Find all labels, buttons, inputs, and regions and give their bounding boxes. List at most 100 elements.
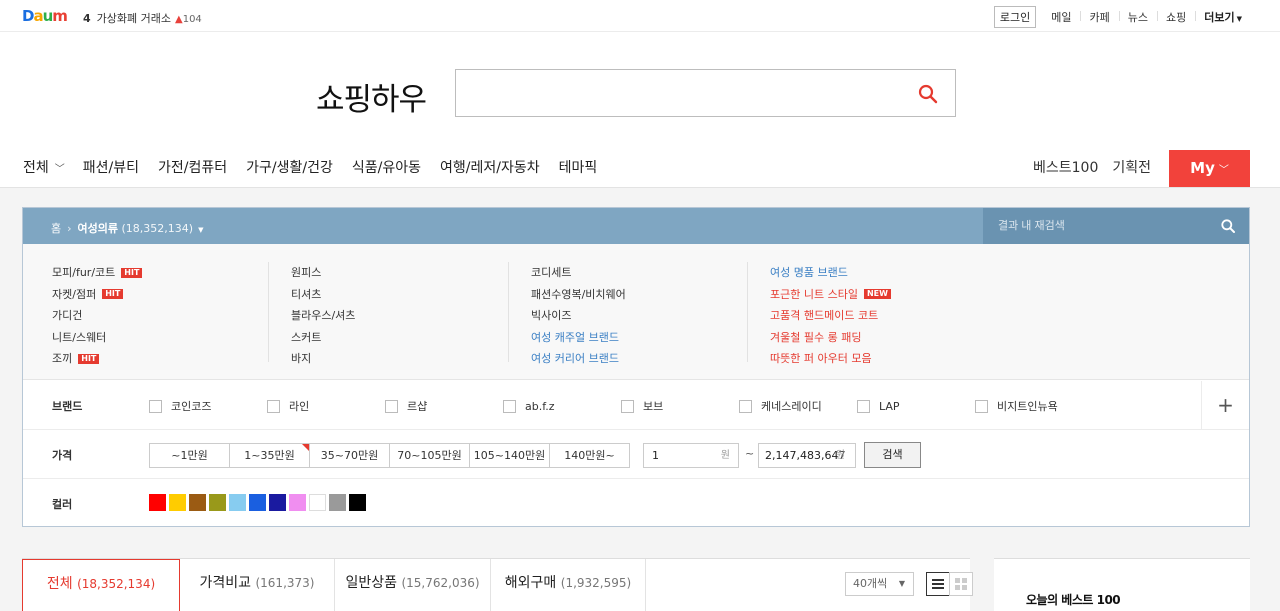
color-swatch[interactable]: [209, 494, 226, 511]
special-link[interactable]: 기획전: [1112, 157, 1151, 177]
subcategory-item[interactable]: 고품격 핸드메이드 코트: [770, 305, 891, 327]
hit-badge: HIT: [102, 289, 124, 300]
subcategory-item[interactable]: 바지: [291, 348, 355, 370]
checkbox-icon: [857, 399, 870, 413]
subcategory-item[interactable]: 여성 커리어 브랜드: [531, 348, 626, 370]
search-icon[interactable]: [1221, 219, 1235, 233]
subcategory-area: 모피/fur/코트 HIT 자켓/점퍼 HIT 가디건 니트/스웨터 조끼 HIT 원…: [23, 244, 1249, 380]
brand-checkbox[interactable]: 케네스레이디: [739, 398, 857, 414]
brand-name: 라인: [289, 400, 310, 413]
brand-checkbox[interactable]: 르샵: [385, 398, 503, 414]
subcategory-item[interactable]: 코디세트: [531, 262, 626, 284]
checkbox-icon: [503, 399, 516, 413]
cafe-link[interactable]: 카페: [1080, 9, 1118, 25]
color-swatch[interactable]: [309, 494, 326, 511]
subcategory-item[interactable]: 니트/스웨터: [52, 327, 142, 349]
color-swatch[interactable]: [249, 494, 266, 511]
grid-icon: [955, 578, 967, 590]
checkbox-icon: [385, 399, 398, 413]
category-living[interactable]: 가구/생활/건강: [246, 157, 333, 177]
color-swatch[interactable]: [169, 494, 186, 511]
price-range-button[interactable]: 70~105만원: [389, 443, 470, 468]
brand-checkbox[interactable]: 코인코즈: [149, 398, 267, 414]
breadcrumb-current[interactable]: 여성의류: [78, 222, 118, 235]
price-range-button[interactable]: 105~140만원: [469, 443, 550, 468]
price-range-button[interactable]: 35~70만원: [309, 443, 390, 468]
subcategory-item[interactable]: 스커트: [291, 327, 355, 349]
color-swatch[interactable]: [229, 494, 246, 511]
search-input[interactable]: [456, 70, 896, 116]
subcategory-item[interactable]: 겨울철 필수 롱 패딩: [770, 327, 891, 349]
subcategory-item[interactable]: 블라우스/셔츠: [291, 305, 355, 327]
brand-checkbox[interactable]: 보브: [621, 398, 739, 414]
breadcrumb: 홈 › 여성의류 (18,352,134) ▼: [51, 220, 203, 236]
subcategory-item[interactable]: 패션수영복/비치웨어: [531, 284, 626, 306]
color-swatch[interactable]: [269, 494, 286, 511]
subcategory-column-1: 모피/fur/코트 HIT 자켓/점퍼 HIT 가디건 니트/스웨터 조끼 HIT: [52, 262, 143, 370]
caret-down-icon[interactable]: ▼: [198, 226, 203, 234]
tab-overseas[interactable]: 해외구매 (1,932,595): [490, 559, 646, 611]
daum-logo[interactable]: Daum: [22, 7, 68, 25]
price-search-button[interactable]: 검색: [864, 442, 921, 468]
min-price-field[interactable]: 1원: [643, 443, 739, 468]
my-button[interactable]: My ﹀: [1169, 150, 1250, 187]
shopping-link[interactable]: 쇼핑: [1156, 9, 1195, 25]
brand-checkbox[interactable]: ab.f.z: [503, 398, 621, 414]
subcategory-item[interactable]: 조끼 HIT: [52, 348, 142, 370]
mail-link[interactable]: 메일: [1042, 9, 1080, 25]
subcategory-item[interactable]: 포근한 니트 스타일 NEW: [770, 284, 891, 306]
subcategory-column-4: 여성 명품 브랜드 포근한 니트 스타일 NEW 고품격 핸드메이드 코트 겨울철…: [770, 262, 891, 370]
max-price-field[interactable]: 2,147,483,647 원: [758, 443, 856, 468]
price-range-button[interactable]: ~1만원: [149, 443, 230, 468]
category-electronics[interactable]: 가전/컴퓨터: [158, 157, 227, 177]
category-travel[interactable]: 여행/레저/자동차: [440, 157, 540, 177]
subcategory-item[interactable]: 원피스: [291, 262, 355, 284]
brand-checkbox[interactable]: 라인: [267, 398, 385, 414]
subcategory-item[interactable]: 티셔츠: [291, 284, 355, 306]
color-swatch[interactable]: [349, 494, 366, 511]
color-swatch[interactable]: [329, 494, 346, 511]
list-view-button[interactable]: [926, 572, 950, 596]
tab-general[interactable]: 일반상품 (15,762,036): [334, 559, 490, 611]
category-fashion[interactable]: 패션/뷰티: [83, 157, 139, 177]
plus-icon[interactable]: +: [1201, 381, 1249, 429]
brand-checkbox[interactable]: 비지트인뉴욕: [975, 398, 1093, 414]
realtime-trend[interactable]: 4 가상화폐 거래소 ▲104: [83, 10, 202, 26]
price-range-button[interactable]: 140만원~: [549, 443, 630, 468]
subcategory-item[interactable]: 여성 명품 브랜드: [770, 262, 891, 284]
category-food[interactable]: 식품/유아동: [352, 157, 421, 177]
tab-label: 일반상품: [345, 575, 397, 591]
best100-link[interactable]: 베스트100: [1033, 157, 1098, 177]
subcategory-item[interactable]: 따뜻한 퍼 아우터 모음: [770, 348, 891, 370]
price-range-button[interactable]: 1~35만원: [229, 443, 310, 468]
service-title[interactable]: 쇼핑하우: [316, 74, 427, 119]
category-all[interactable]: 전체 ﹀: [23, 157, 65, 177]
login-button[interactable]: 로그인: [993, 6, 1037, 28]
panel-header: 홈 › 여성의류 (18,352,134) ▼: [23, 208, 1249, 244]
breadcrumb-separator-icon: ›: [67, 222, 72, 235]
subcategory-item[interactable]: 모피/fur/코트 HIT: [52, 262, 143, 284]
news-link[interactable]: 뉴스: [1118, 9, 1157, 25]
color-swatch[interactable]: [289, 494, 306, 511]
brand-name: 르샵: [407, 400, 428, 413]
search-icon[interactable]: [918, 84, 938, 104]
color-swatch[interactable]: [189, 494, 206, 511]
subcategory-item[interactable]: 자켓/점퍼 HIT: [52, 284, 142, 306]
tab-all[interactable]: 전체 (18,352,134): [22, 559, 180, 611]
per-page-select[interactable]: 40개씩 ▼: [845, 572, 914, 596]
research-input[interactable]: [983, 208, 1203, 244]
more-menu[interactable]: 더보기 ▼: [1195, 9, 1251, 25]
category-themepick[interactable]: 테마픽: [559, 157, 598, 177]
tab-count: (161,373): [255, 576, 315, 590]
subcategory-column-3: 코디세트 패션수영복/비치웨어 빅사이즈 여성 캐주얼 브랜드 여성 커리어 브…: [531, 262, 626, 370]
price-label: 가격: [52, 449, 73, 462]
subcategory-item[interactable]: 여성 캐주얼 브랜드: [531, 327, 626, 349]
color-swatch[interactable]: [149, 494, 166, 511]
min-price-value: 1: [652, 449, 659, 462]
subcategory-item[interactable]: 빅사이즈: [531, 305, 626, 327]
grid-view-button[interactable]: [949, 572, 973, 596]
breadcrumb-home[interactable]: 홈: [51, 222, 61, 235]
brand-checkbox[interactable]: LAP: [857, 398, 975, 414]
subcategory-item[interactable]: 가디건: [52, 305, 142, 327]
tab-price-compare[interactable]: 가격비교 (161,373): [180, 559, 334, 611]
